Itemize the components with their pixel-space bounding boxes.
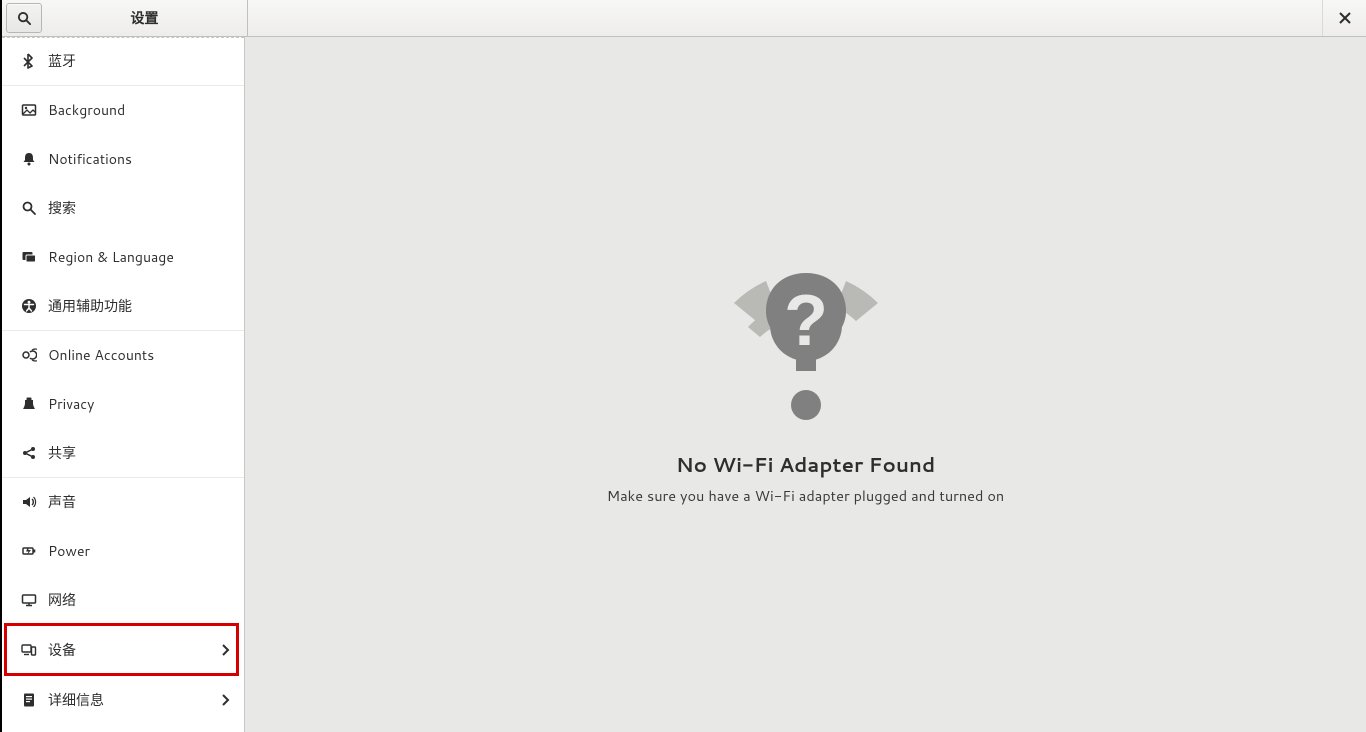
power-icon [18,543,40,559]
sidebar-item-accessibility[interactable]: 通用辅助功能 [2,282,244,331]
bluetooth-icon [18,53,40,69]
svg-text:?: ? [784,281,828,361]
header-title: 设置 [42,0,247,36]
chevron-right-icon [220,644,230,656]
sidebar-item-label: 详细信息 [48,690,220,710]
header-title-text: 设置 [131,8,159,28]
content-pane: ? No Wi-Fi Adapter Found Make sure you h… [245,37,1366,732]
sidebar-item-background[interactable]: Background [2,86,244,135]
sidebar-item-label: Privacy [48,394,230,414]
sidebar-item-label: 蓝牙 [48,51,230,71]
background-icon [18,102,40,118]
online-accounts-icon [18,347,40,363]
sidebar-item-notifications[interactable]: Notifications [2,135,244,184]
search-icon [17,11,32,26]
close-icon [1339,12,1351,24]
sidebar-item-label: 网络 [48,590,230,610]
search-icon [18,200,40,216]
region-language-icon [18,249,40,265]
search-button[interactable] [6,3,42,33]
sidebar-item-network[interactable]: 网络 [2,576,244,625]
sidebar-item-power[interactable]: Power [2,527,244,576]
sidebar-item-devices[interactable]: 设备 [2,625,244,676]
sidebar-item-search[interactable]: 搜索 [2,184,244,233]
sidebar-item-label: Region & Language [48,247,230,267]
sidebar-item-sound[interactable]: 声音 [2,478,244,527]
sidebar[interactable]: 蓝牙 Background Notifications 搜索 Region & Lang… [2,37,245,732]
sharing-icon [18,445,40,461]
sidebar-item-online-accounts[interactable]: Online Accounts [2,331,244,380]
sidebar-item-label: Background [48,100,230,120]
sidebar-item-label: Power [48,541,230,561]
sidebar-item-sharing[interactable]: 共享 [2,429,244,478]
notifications-icon [18,151,40,167]
header-bar: 设置 [2,0,1366,37]
header-spacer [248,0,1322,36]
details-icon [18,692,40,708]
content-heading: No Wi-Fi Adapter Found [676,451,935,479]
sidebar-item-label: 共享 [48,443,230,463]
sidebar-item-label: 设备 [48,640,220,660]
sound-icon [18,494,40,510]
sidebar-item-label: Notifications [48,149,230,169]
sidebar-item-details[interactable]: 详细信息 [2,676,244,725]
close-button[interactable] [1322,0,1366,36]
wifi-missing-graphic: ? [726,263,886,423]
content-subtext: Make sure you have a Wi-Fi adapter plugg… [607,485,1005,506]
privacy-icon [18,396,40,412]
accessibility-icon [18,298,40,314]
chevron-right-icon [220,694,230,706]
sidebar-item-region-language[interactable]: Region & Language [2,233,244,282]
sidebar-item-bluetooth[interactable]: 蓝牙 [2,37,244,86]
devices-icon [18,642,40,658]
network-icon [18,592,40,608]
sidebar-item-label: 声音 [48,492,230,512]
sidebar-item-label: 搜索 [48,198,230,218]
sidebar-item-label: 通用辅助功能 [48,296,230,316]
sidebar-item-privacy[interactable]: Privacy [2,380,244,429]
sidebar-item-label: Online Accounts [48,345,230,365]
